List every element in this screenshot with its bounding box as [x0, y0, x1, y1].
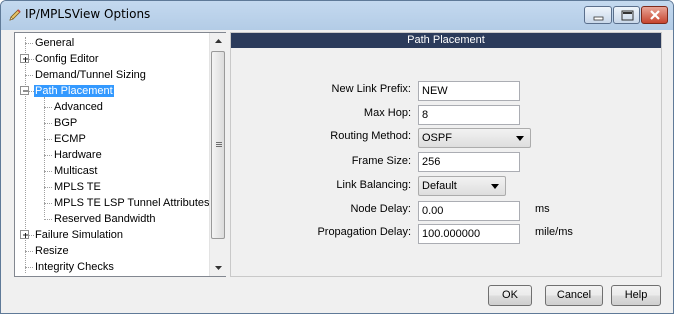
- tree-connector: [25, 267, 33, 268]
- propagation-delay-unit: mile/ms: [535, 226, 573, 238]
- tree-item-reserved-bandwidth[interactable]: Reserved Bandwidth: [53, 211, 157, 227]
- tree-item-demand-tunnel-sizing[interactable]: Demand/Tunnel Sizing: [34, 67, 147, 83]
- title-bar[interactable]: IP/MPLSView Options: [1, 1, 673, 30]
- panel-title: Path Placement: [231, 33, 661, 48]
- close-icon: [650, 10, 660, 20]
- cancel-button[interactable]: Cancel: [545, 285, 603, 306]
- frame-size-input[interactable]: 256: [418, 152, 520, 172]
- minus-icon: [23, 90, 28, 92]
- new-link-prefix-label: New Link Prefix:: [331, 83, 411, 95]
- routing-method-value: OSPF: [422, 132, 452, 144]
- tree-item-mpls-te[interactable]: MPLS TE: [53, 179, 102, 195]
- tree-item-advanced[interactable]: Advanced: [53, 99, 104, 115]
- close-button[interactable]: [641, 6, 668, 24]
- chevron-up-icon: [215, 39, 222, 43]
- ok-button[interactable]: OK: [488, 285, 532, 306]
- tree-connector: [44, 107, 52, 108]
- expand-toggle-path-placement[interactable]: [20, 86, 29, 95]
- tree-connector: [44, 187, 52, 188]
- tree-item-resize[interactable]: Resize: [34, 243, 70, 259]
- window-title: IP/MPLSView Options: [25, 7, 151, 21]
- tree-connector: [44, 171, 52, 172]
- maximize-icon: [621, 10, 634, 21]
- scroll-up-button[interactable]: [210, 33, 227, 50]
- tree-connector: [44, 219, 52, 220]
- tree-item-bgp[interactable]: BGP: [53, 115, 78, 131]
- tree-item-hardware[interactable]: Hardware: [53, 147, 103, 163]
- chevron-down-icon: [516, 136, 524, 141]
- scroll-thumb[interactable]: [211, 51, 225, 239]
- tree-connector: [25, 251, 33, 252]
- maximize-button[interactable]: [613, 6, 640, 24]
- tree-connector: [44, 203, 52, 204]
- plus-icon: [23, 233, 28, 238]
- node-delay-input[interactable]: 0.00: [418, 201, 520, 221]
- tree-connector: [44, 123, 52, 124]
- tree-item-multicast[interactable]: Multicast: [53, 163, 98, 179]
- expand-toggle-failure-simulation[interactable]: [20, 230, 29, 239]
- routing-method-label: Routing Method:: [330, 130, 411, 142]
- path-placement-panel: Path Placement New Link Prefix: NEW Max …: [230, 32, 662, 277]
- pencil-icon: [7, 7, 23, 23]
- plus-icon: [23, 57, 28, 62]
- tree-connector: [25, 75, 33, 76]
- tree-connector: [44, 97, 45, 217]
- max-hop-label: Max Hop:: [363, 107, 411, 119]
- link-balancing-select[interactable]: Default: [418, 176, 506, 196]
- link-balancing-label: Link Balancing:: [336, 179, 411, 191]
- tree-item-config-editor[interactable]: Config Editor: [34, 51, 100, 67]
- minimize-icon: [593, 16, 604, 21]
- chevron-down-icon: [215, 266, 222, 270]
- tree-item-failure-simulation[interactable]: Failure Simulation: [34, 227, 124, 243]
- options-tree: General Config Editor Demand/Tunnel Sizi…: [14, 32, 226, 277]
- chevron-down-icon: [491, 184, 499, 189]
- expand-toggle-config-editor[interactable]: [20, 54, 29, 63]
- propagation-delay-input[interactable]: 100.000000: [418, 224, 520, 244]
- tree-connector: [25, 43, 33, 44]
- help-button[interactable]: Help: [611, 285, 661, 306]
- scroll-down-button[interactable]: [210, 259, 227, 276]
- tree-scrollbar[interactable]: [209, 33, 226, 276]
- tree-item-mpls-te-lsp-tunnel-attributes[interactable]: MPLS TE LSP Tunnel Attributes: [53, 195, 211, 211]
- minimize-button[interactable]: [584, 6, 612, 24]
- new-link-prefix-input[interactable]: NEW: [418, 81, 520, 101]
- tree-item-general[interactable]: General: [34, 35, 75, 51]
- routing-method-select[interactable]: OSPF: [418, 128, 531, 148]
- tree-item-integrity-checks[interactable]: Integrity Checks: [34, 259, 115, 275]
- options-dialog: IP/MPLSView Options General Config Edito…: [0, 0, 674, 314]
- node-delay-unit: ms: [535, 203, 550, 215]
- propagation-delay-label: Propagation Delay:: [317, 226, 411, 238]
- tree-connector: [44, 139, 52, 140]
- node-delay-label: Node Delay:: [350, 203, 411, 215]
- frame-size-label: Frame Size:: [351, 155, 411, 167]
- tree-item-ecmp[interactable]: ECMP: [53, 131, 87, 147]
- max-hop-input[interactable]: 8: [418, 105, 520, 125]
- link-balancing-value: Default: [422, 180, 457, 192]
- tree-item-path-placement[interactable]: Path Placement: [34, 83, 114, 99]
- tree-connector: [44, 155, 52, 156]
